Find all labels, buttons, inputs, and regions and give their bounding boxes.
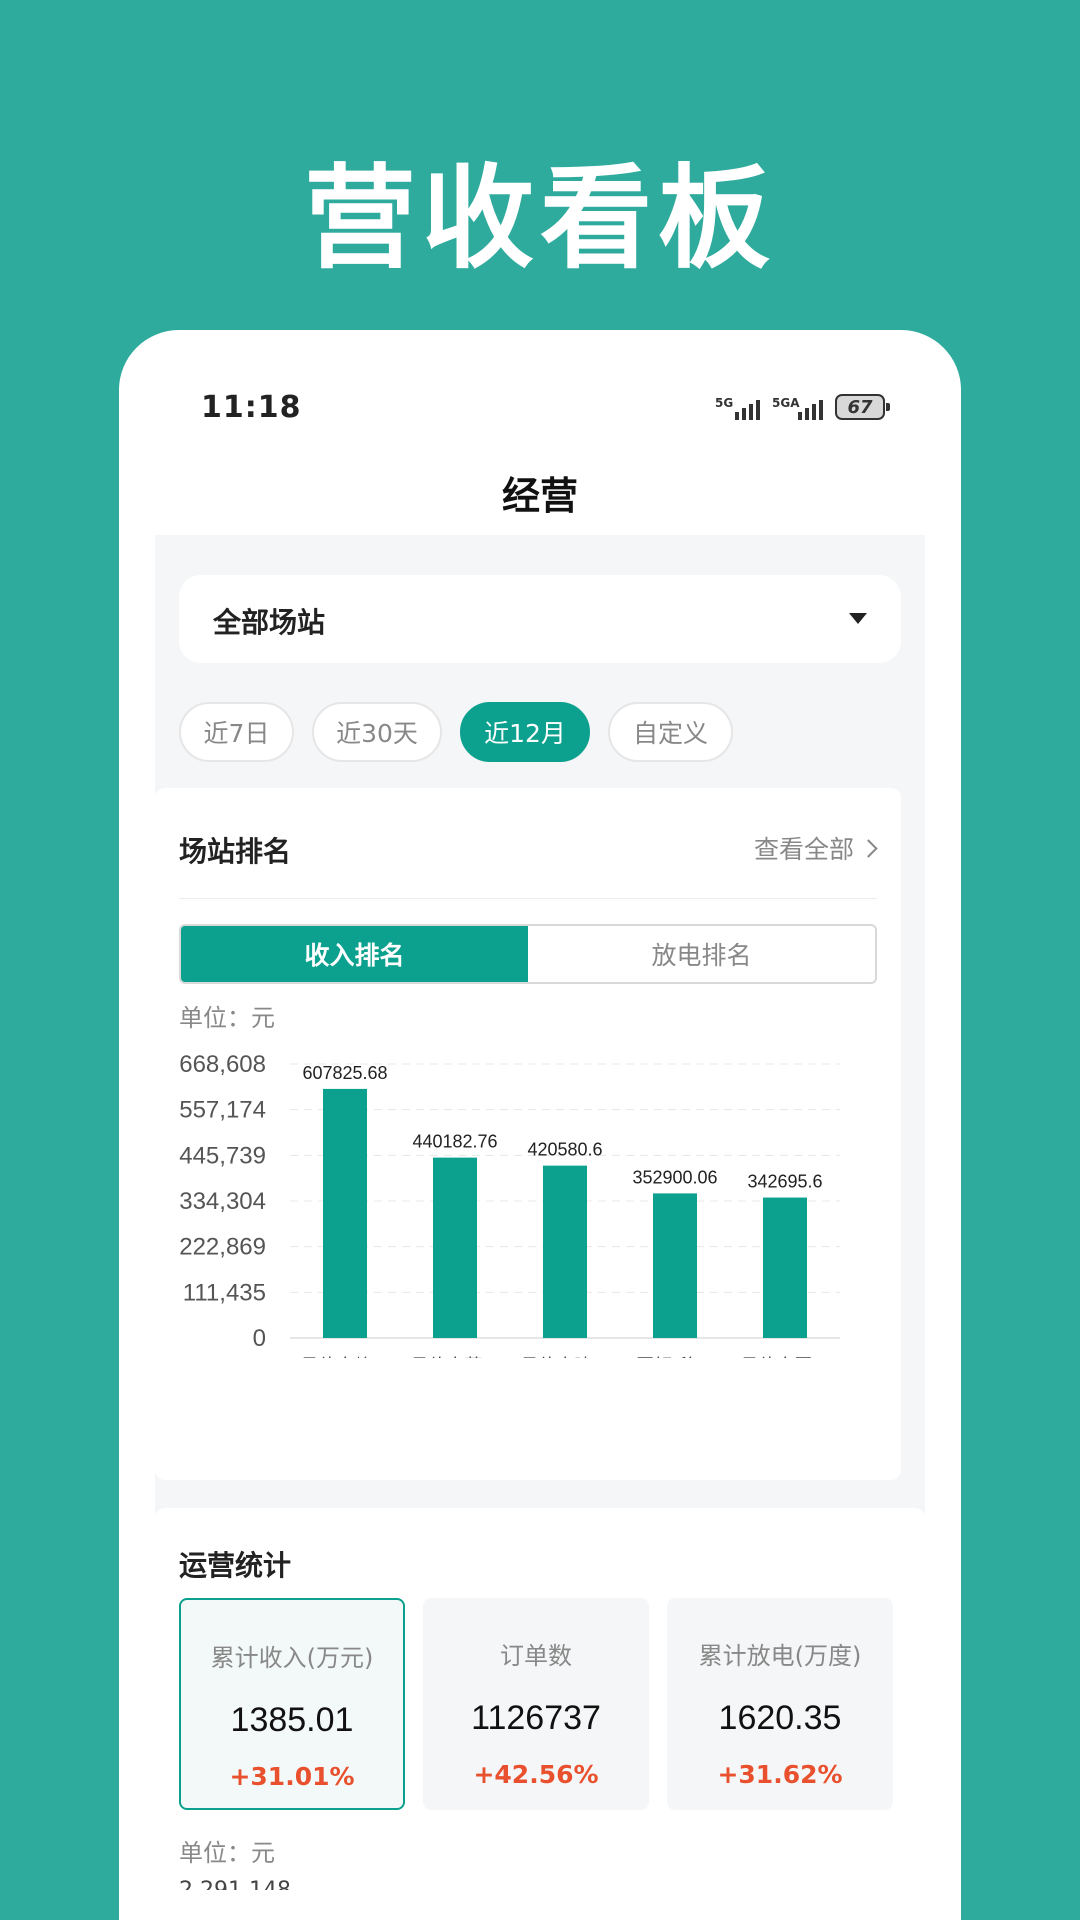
divider [179,898,877,899]
x-tick-label: 国轩-移... [636,1356,714,1358]
stat-change: +31.62% [717,1760,843,1789]
bar-value-label: 440182.76 [412,1132,497,1152]
bar-value-label: 420580.6 [527,1140,602,1160]
stat-value: 1126737 [471,1699,601,1737]
x-tick-label: 易佳电国... [740,1356,829,1358]
bar-value-label: 342695.6 [747,1172,822,1192]
station-select-value: 全部场站 [213,606,326,639]
stat-label: 累计放电(万度) [698,1642,862,1670]
stat-order-count[interactable]: 订单数 1126737 +42.56% [423,1598,649,1810]
chip-30-days[interactable]: 近30天 [312,702,442,762]
see-all-label: 查看全部 [753,835,854,864]
stat-change: +42.56% [473,1760,599,1789]
stat-label: 订单数 [500,1642,572,1670]
y-tick-label: 334,304 [179,1188,266,1215]
station-ranking-card: 场站排名 查看全部 收入排名 放电排名 单位：元 0 111,435 222,869… [155,788,901,1480]
x-tick-label: 易佳电蜂... [300,1356,389,1358]
bar [653,1193,697,1338]
y-tick-label: 668,608 [179,1051,266,1078]
tab-discharge-ranking[interactable]: 放电排名 [528,926,875,982]
chip-7-days[interactable]: 近7日 [179,702,294,762]
bar [543,1165,587,1338]
hero-title: 营收看板 [304,154,776,284]
page-title: 经营 [501,474,578,518]
operations-card: 运营统计 累计收入(万元) 1385.01 +31.01% 订单数 112673… [155,1508,925,1920]
stat-total-discharge[interactable]: 累计放电(万度) 1620.35 +31.62% [667,1598,893,1810]
date-range-chips: 近7日 近30天 近12月 自定义 [179,702,733,762]
stat-value: 1385.01 [230,1701,354,1739]
stat-value: 1620.35 [718,1699,842,1737]
y-tick-label: 222,869 [179,1234,266,1261]
operations-title: 运营统计 [179,1549,292,1582]
y-tick-label: 557,174 [179,1097,266,1124]
bar-value-label: 352900.06 [632,1167,717,1187]
chip-custom[interactable]: 自定义 [608,702,733,762]
x-tick-label: 易佳电建... [520,1356,609,1358]
phone-screen: 11:18 5G 5GA 67 经营 全部场站 近7日 近30天 近12月 自定… [119,330,961,1920]
y-tick-label: 0 [253,1325,266,1352]
bar [763,1197,807,1338]
ranking-tabs: 收入排名 放电排名 [179,924,877,984]
chip-12-months[interactable]: 近12月 [460,702,590,762]
operations-unit-label: 单位：元 [179,1839,275,1867]
caret-down-icon [849,613,867,624]
income-ranking-chart: 0 111,435 222,869 334,304 445,739 557,174 668,… [179,1051,840,1358]
status-bar: 11:18 5G 5GA 67 [119,390,961,430]
bar [433,1157,477,1338]
chart-axis-value-partial: 2,291,148 [179,1878,291,1890]
y-tick-label: 445,739 [179,1142,266,1169]
see-all-link[interactable]: 查看全部 [753,830,878,866]
bar [323,1088,367,1338]
signal-5ga-icon: 5GA [772,396,823,420]
stat-total-income[interactable]: 累计收入(万元) 1385.01 +31.01% [179,1598,405,1810]
ranking-title: 场站排名 [179,835,292,868]
stat-change: +31.01% [229,1762,355,1791]
y-tick-label: 111,435 [183,1279,266,1306]
tab-income-ranking[interactable]: 收入排名 [181,926,528,982]
stat-label: 累计收入(万元) [210,1644,374,1672]
battery-icon: 67 [835,394,890,420]
chevron-right-icon [859,838,878,858]
bar-value-label: 607825.68 [302,1063,387,1083]
station-select-dropdown[interactable]: 全部场站 [179,575,901,663]
status-icons: 5G 5GA 67 [715,394,890,420]
status-time: 11:18 [201,390,302,425]
signal-5g-icon: 5G [715,396,760,420]
x-tick-label: 易佳电蓝... [410,1356,499,1358]
